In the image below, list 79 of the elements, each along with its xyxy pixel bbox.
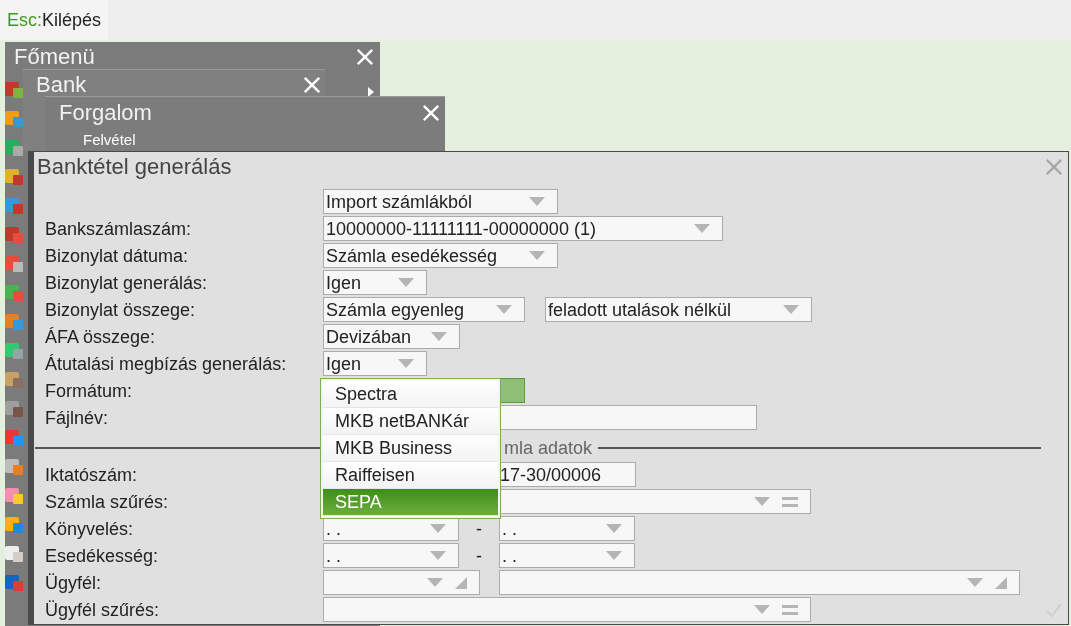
menu-icon[interactable] [5,138,23,157]
range-separator: - [475,546,483,565]
field-label: Esedékesség: [45,546,160,565]
section-title: mla adatok [503,439,594,457]
dialog-title: Banktétel generálás [37,156,232,178]
window-title: Bank [36,74,87,96]
range-separator: - [475,519,483,538]
field-label: Bizonylat dátuma: [45,246,190,265]
submenu-arrow-icon [368,87,374,97]
close-icon[interactable] [1045,158,1063,176]
resize-icon [455,576,467,589]
date-dropdown[interactable]: . . [499,516,635,541]
menu-icon[interactable] [5,109,23,128]
menu-icon[interactable] [5,341,23,360]
field-label: Átutalási megbízás generálás: [45,354,288,373]
menu-icon[interactable] [5,254,23,273]
field-label: Formátum: [45,381,133,400]
customer-dropdown[interactable] [323,570,480,595]
dropdown-option[interactable]: Spectra [323,381,498,408]
caret-icon [529,251,545,260]
caret-icon [967,578,983,587]
field-label: Bankszámlaszám: [45,219,193,238]
caret-icon [427,578,443,587]
caret-icon [754,605,770,614]
menu-icon[interactable] [5,544,23,563]
menu-icon[interactable] [5,312,23,331]
dropdown[interactable]: Számla egyenleg [323,297,525,322]
date-dropdown[interactable]: . . [323,543,459,568]
dropdown[interactable]: Igen [323,270,427,295]
dropdown[interactable]: Devizában [323,324,460,349]
menu-icon[interactable] [5,399,23,418]
customer-dropdown[interactable] [499,570,1020,595]
field-label: Ügyfél: [45,573,103,592]
dropdown-option[interactable]: Raiffeisen [323,462,498,489]
menu-icon[interactable] [5,283,23,302]
dropdown[interactable]: Számla esedékesség [323,243,558,268]
field-label: ÁFA összege: [45,327,157,346]
field-label: Könyvelés: [45,519,135,538]
exit-button[interactable]: Esc:Kilépés [0,0,109,40]
field-label: Fájlnév: [45,408,110,427]
field-label: Bizonylat összege: [45,300,197,319]
menu-icon[interactable] [5,196,23,215]
field-label: Bizonylat generálás: [45,273,209,292]
caret-icon [431,332,447,341]
dropdown[interactable]: feladott utalások nélkül [545,297,812,322]
caret-icon [694,224,710,233]
dropdown[interactable]: Igen [323,351,427,376]
resize-icon [995,576,1007,589]
list-icon [782,496,798,507]
menu-icon[interactable] [5,515,23,534]
menu-icon[interactable] [5,428,23,447]
dropdown[interactable]: 10000000-11111111-00000000 (1) [323,216,723,241]
field-label: Iktatószám: [45,465,139,484]
caret-icon [496,305,512,314]
caret-icon [398,278,414,287]
dropdown[interactable]: Import számlákból [323,189,558,214]
caret-icon [606,551,622,560]
caret-icon [783,305,799,314]
dropdown-option[interactable]: MKB netBANKár [323,408,498,435]
caret-icon [754,497,770,506]
caret-icon [606,524,622,533]
menu-icon[interactable] [5,370,23,389]
filter-dropdown[interactable] [323,597,811,622]
field-label: Számla szűrés: [45,492,170,511]
menu-icon[interactable] [5,80,23,99]
caret-icon [398,359,414,368]
window-title: Forgalom [59,101,152,124]
field-label: Ügyfél szűrés: [45,600,161,619]
menu-icon[interactable] [5,457,23,476]
menu-icon[interactable] [5,167,23,186]
date-dropdown[interactable]: . . [499,543,635,568]
window-title: Főmenü [14,46,95,68]
list-icon [782,604,798,615]
caret-icon [430,551,446,560]
menu-item[interactable]: Felvétel [83,132,445,147]
dropdown-option[interactable]: MKB Business [323,435,498,462]
menu-icon[interactable] [5,486,23,505]
caret-icon [430,524,446,533]
caret-icon [529,197,545,206]
